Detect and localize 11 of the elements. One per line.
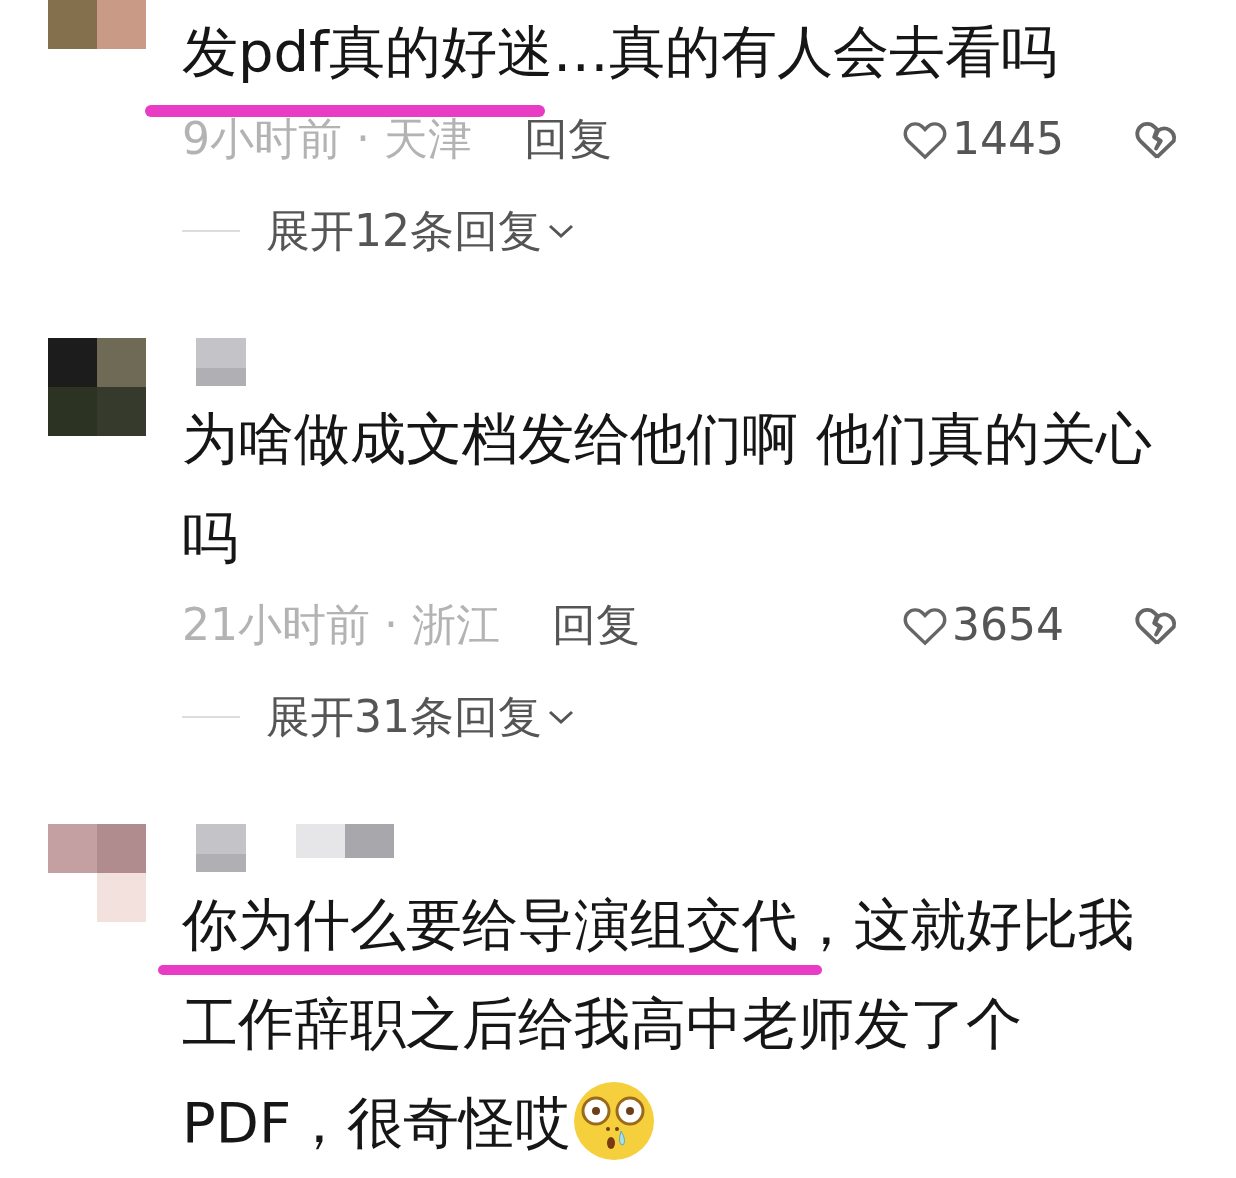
comment-meta: 9小时前 · 天津 <box>182 112 472 166</box>
reply-link[interactable]: 回复 <box>523 106 612 172</box>
comment-text: 你为什么要给导演组交代，这就好比我工作辞职之后给我高中老师发了个PDF，很奇怪哎 <box>182 892 1134 1155</box>
comment-text: 发pdf真的好迷…真的有人会去看吗 <box>182 19 1057 84</box>
reply-link[interactable]: 回复 <box>551 592 640 658</box>
like-count: 3654 <box>952 598 1064 652</box>
expand-replies-button[interactable]: 展开12条回复 <box>266 198 576 264</box>
expand-replies-button[interactable]: 展开31条回复 <box>266 684 576 750</box>
comment-meta: 21小时前 · 浙江 <box>182 598 500 652</box>
comment-text: 为啥做成文档发给他们啊 他们真的关心吗 <box>182 406 1152 570</box>
like-count: 1445 <box>952 112 1064 166</box>
